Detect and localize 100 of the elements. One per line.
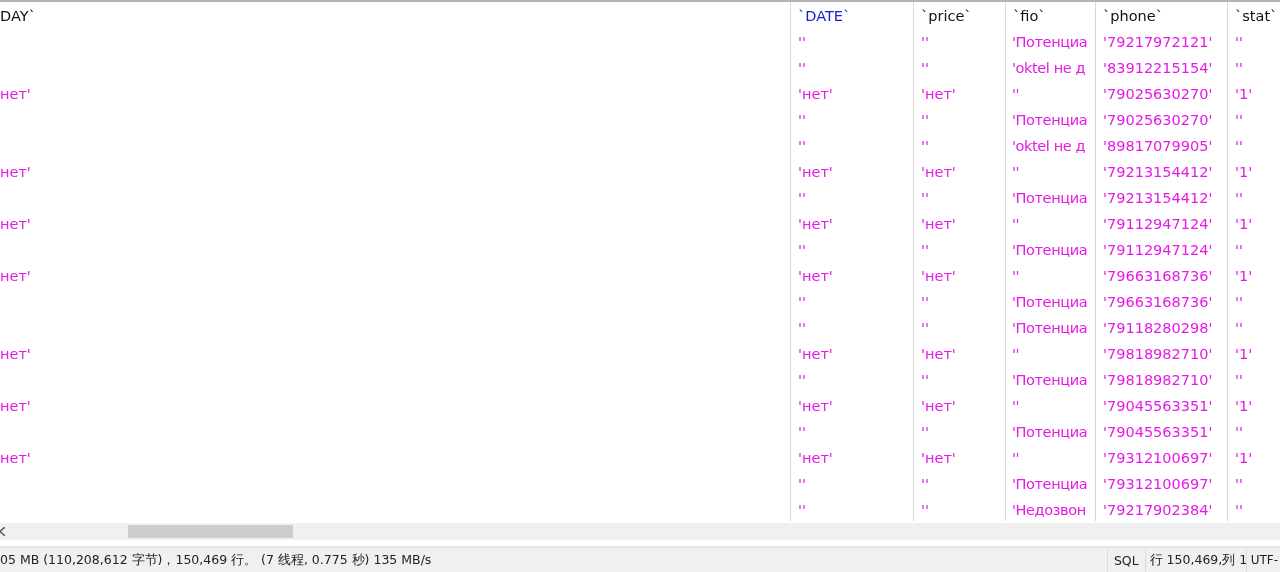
table-cell: '79045563351'	[1103, 424, 1213, 440]
table-cell: 'нет'	[921, 268, 956, 284]
table-cell: '79213154412'	[1103, 190, 1213, 206]
table-cell: ''	[921, 372, 929, 388]
table-cell: ''	[921, 502, 929, 518]
table-cell: ''	[921, 242, 929, 258]
table-cell: ''	[1012, 86, 1020, 102]
table-cell: ''	[1235, 190, 1243, 206]
table-cell: 'Потенциа	[1012, 424, 1088, 440]
table-cell: 'Потенциа	[1012, 112, 1088, 128]
table-cell: '79217972121'	[1103, 34, 1213, 50]
table-cell: нет'	[0, 268, 31, 284]
table-cell: 'нет'	[798, 164, 833, 180]
table-cell: '79045563351'	[1103, 398, 1213, 414]
table-cell: 'нет'	[921, 86, 956, 102]
table-cell: '1'	[1235, 450, 1253, 466]
table-cell: '1'	[1235, 268, 1253, 284]
table-cell: 'Недозвон	[1012, 502, 1086, 518]
table-cell: ''	[798, 476, 806, 492]
table-cell: ''	[921, 138, 929, 154]
table-cell: '79025630270'	[1103, 86, 1213, 102]
table-cell: ''	[921, 112, 929, 128]
table-cell: ''	[921, 424, 929, 440]
cursor-position: 行 150,469,列 1	[1149, 551, 1248, 569]
table-cell: ''	[798, 242, 806, 258]
table-cell: '79312100697'	[1103, 450, 1213, 466]
table-cell: '79213154412'	[1103, 164, 1213, 180]
table-cell: 'Потенциа	[1012, 372, 1088, 388]
table-cell: нет'	[0, 164, 31, 180]
table-cell: ''	[1235, 138, 1243, 154]
table-cell: 'нет'	[798, 86, 833, 102]
table-cell: ''	[921, 476, 929, 492]
table-cell: ''	[921, 190, 929, 206]
table-cell: ''	[1012, 268, 1020, 284]
table-cell: ''	[798, 372, 806, 388]
table-cell: 'Потенциа	[1012, 294, 1088, 310]
encoding-indicator[interactable]: UTF-	[1250, 553, 1278, 568]
table-cell: '79663168736'	[1103, 294, 1213, 310]
table-cell: 'нет'	[798, 398, 833, 414]
table-cell: ''	[798, 60, 806, 76]
table-cell: ''	[1012, 398, 1020, 414]
table-cell: ''	[1235, 242, 1243, 258]
table-cell: 'нет'	[798, 450, 833, 466]
table-cell: 'нет'	[798, 268, 833, 284]
table-cell: ''	[798, 320, 806, 336]
scrollbar-thumb[interactable]	[128, 525, 293, 539]
table-cell: ''	[1235, 476, 1243, 492]
table-cell: '1'	[1235, 398, 1253, 414]
table-cell: 'Потенциа	[1012, 190, 1088, 206]
table-cell: '79312100697'	[1103, 476, 1213, 492]
table-cell: ''	[1235, 424, 1243, 440]
table-cell: '79112947124'	[1103, 242, 1213, 258]
table-cell: нет'	[0, 86, 31, 102]
table-cell: 'oktel не д	[1012, 60, 1086, 76]
table-cell: ''	[1012, 216, 1020, 232]
table-cell: '79118280298'	[1103, 320, 1213, 336]
column-header[interactable]: `DATE`	[798, 8, 851, 24]
table-cell: ''	[798, 502, 806, 518]
table-cell: ''	[1235, 372, 1243, 388]
column-header[interactable]: `fio`	[1013, 8, 1046, 24]
column-header[interactable]: `phone`	[1103, 8, 1163, 24]
table-cell: 'Потенциа	[1012, 320, 1088, 336]
table-cell: ''	[798, 138, 806, 154]
table-cell: '83912215154'	[1103, 60, 1213, 76]
table-cell: '79217902384'	[1103, 502, 1213, 518]
table-cell: 'Потенциа	[1012, 476, 1088, 492]
table-cell: ''	[921, 320, 929, 336]
table-cell: ''	[798, 424, 806, 440]
table-cell: 'нет'	[798, 346, 833, 362]
table-cell: нет'	[0, 398, 31, 414]
table-cell: 'Потенциа	[1012, 34, 1088, 50]
table-cell: 'нет'	[921, 216, 956, 232]
table-cell: ''	[1235, 294, 1243, 310]
table-cell: '79025630270'	[1103, 112, 1213, 128]
table-cell: ''	[798, 112, 806, 128]
table-cell: '79818982710'	[1103, 346, 1213, 362]
status-message: 05 MB (110,208,612 字节)，150,469 行。 (7 线程, 0.775 秒) 135 MB/s	[0, 551, 433, 569]
table-cell: '79818982710'	[1103, 372, 1213, 388]
table-cell: ''	[1235, 34, 1243, 50]
table-cell: ''	[921, 294, 929, 310]
table-cell: 'oktel не д	[1012, 138, 1086, 154]
table-cell: '89817079905'	[1103, 138, 1213, 154]
table-cell: '1'	[1235, 216, 1253, 232]
column-header[interactable]: `price`	[921, 8, 972, 24]
table-cell: ''	[798, 34, 806, 50]
table-cell: 'нет'	[921, 450, 956, 466]
column-header[interactable]: `stat`	[1235, 8, 1278, 24]
language-indicator[interactable]: SQL	[1113, 552, 1139, 568]
table-cell: 'нет'	[798, 216, 833, 232]
table-cell: ''	[1012, 346, 1020, 362]
table-cell: '1'	[1235, 164, 1253, 180]
table-cell: нет'	[0, 216, 31, 232]
column-header[interactable]: DAY`	[0, 8, 36, 24]
table-cell: ''	[1012, 450, 1020, 466]
table-cell: '79112947124'	[1103, 216, 1213, 232]
table-cell: ''	[921, 60, 929, 76]
table-cell: 'нет'	[921, 346, 956, 362]
table-cell: ''	[1235, 112, 1243, 128]
table-cell: 'Потенциа	[1012, 242, 1088, 258]
table-cell: 'нет'	[921, 398, 956, 414]
